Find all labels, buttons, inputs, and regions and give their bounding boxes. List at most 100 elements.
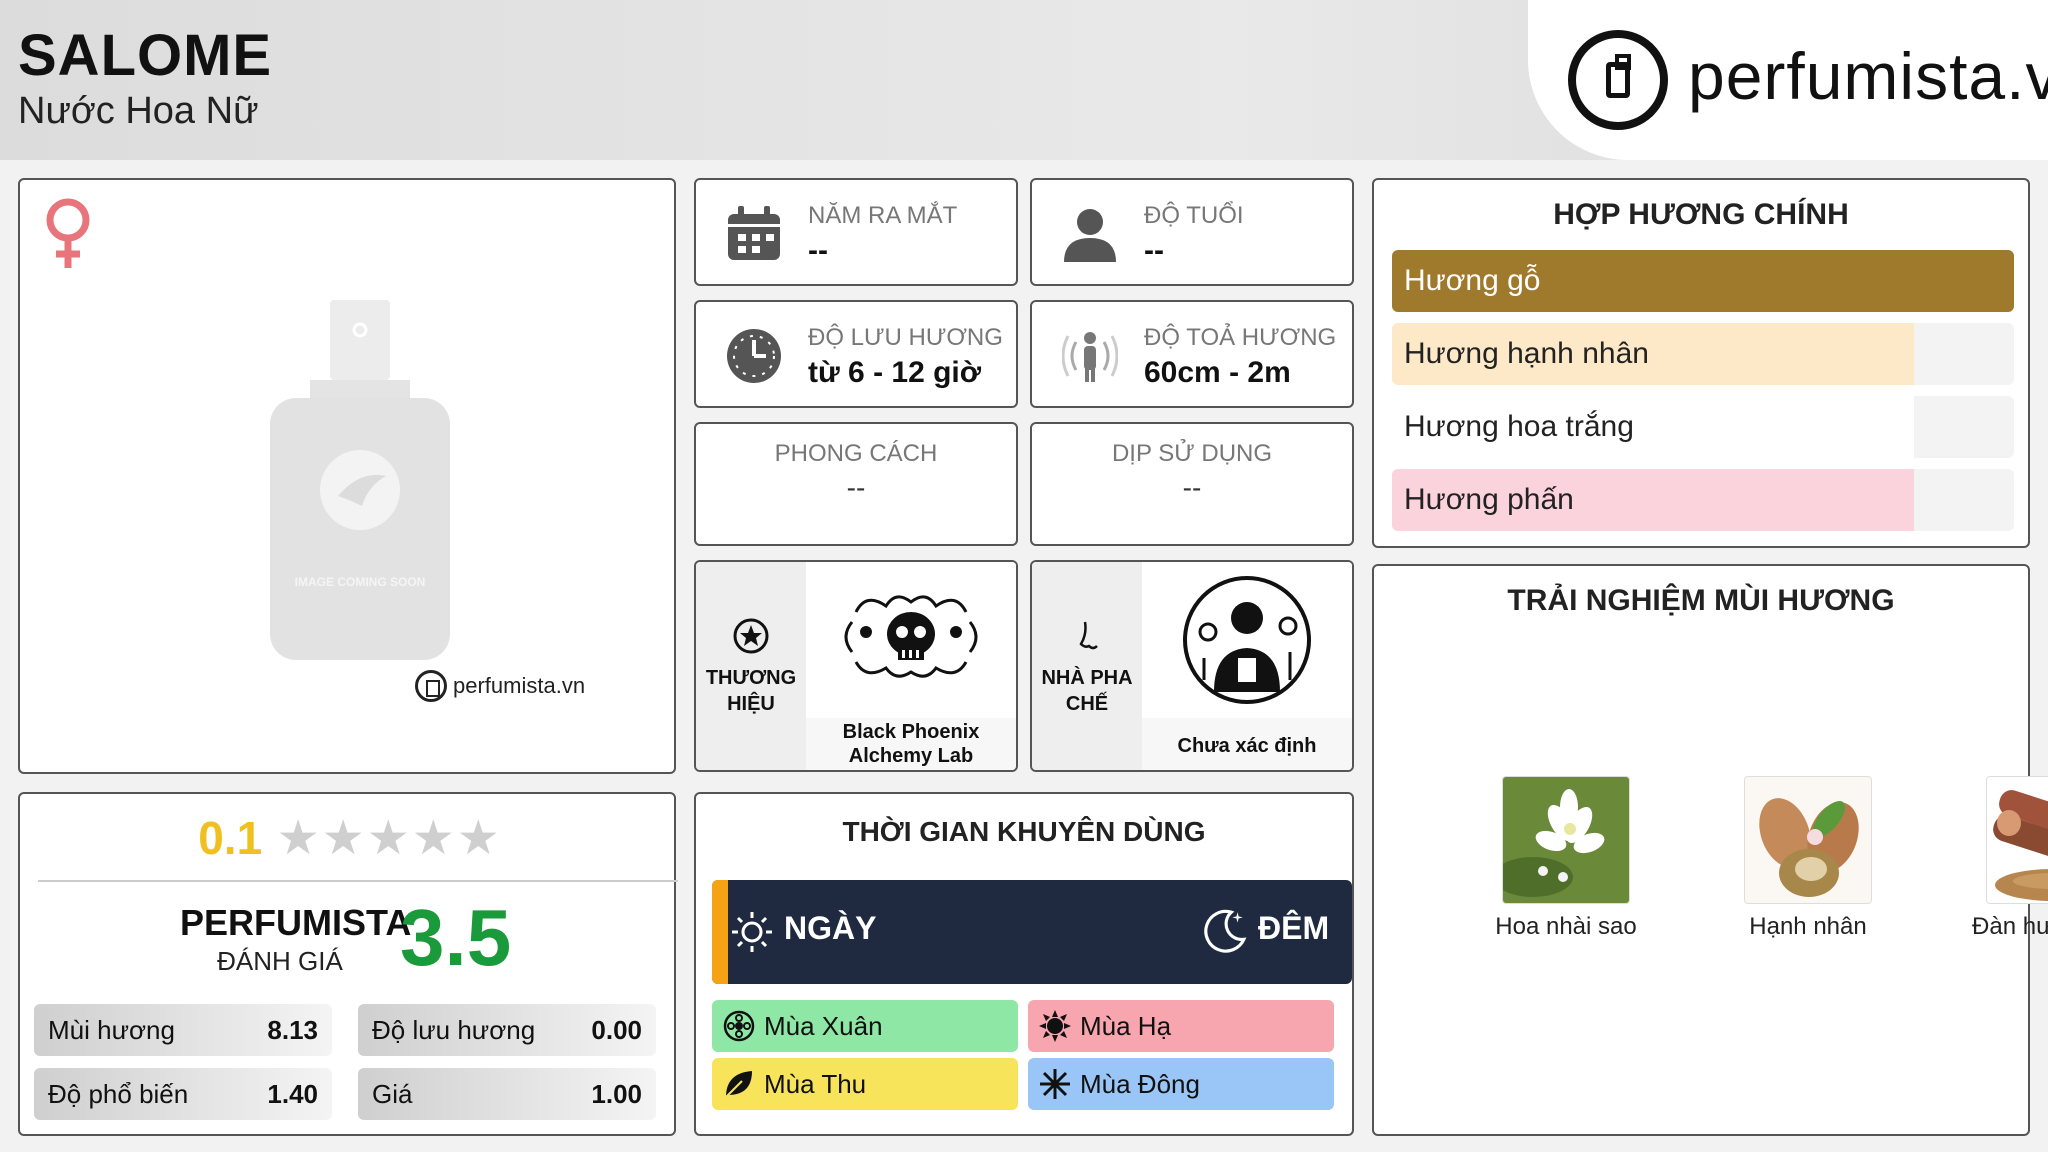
star-icon[interactable]: ★ [277,812,322,865]
accord-label: Hương gỗ [1404,264,1541,297]
perfume-subtitle: Nước Hoa Nữ [18,90,259,132]
age-value: -- [1144,234,1164,267]
season-label: Mùa Đông [1080,1068,1200,1099]
calendar-icon [728,206,780,260]
mini-logo-icon [415,670,447,702]
accords-title: HỢP HƯƠNG CHÍNH [1553,198,1849,231]
brand-logo-image [806,562,1016,718]
metric-label: Giá [372,1078,413,1109]
perfumista-score: 3.5 [400,893,512,982]
metric-value: 1.00 [591,1078,642,1109]
rating-card: 0.1 ★★★★★ PERFUMISTA ĐÁNH GIÁ 3.5 Mùi hư… [18,792,678,1136]
rating-label: ĐÁNH GIÁ [217,946,343,976]
age-tile: ĐỘ TUỔI -- [1030,178,1354,286]
perfumer-avatar-image [1142,562,1352,718]
clock-icon [727,329,781,383]
occasion-label: DỊP SỬ DỤNG [1111,440,1273,467]
brand-label: THƯƠNG HIỆU [705,667,797,715]
recommended-time-title: THỜI GIAN KHUYÊN DÙNG [842,816,1206,847]
star-rating[interactable]: ★★★★★ [277,810,502,866]
sillage-label: ĐỘ TOẢ HƯƠNG [1144,324,1337,351]
metric-label: Độ lưu hương [372,1014,536,1045]
perfumer-tile[interactable]: NHÀ PHA CHẾ Chưa xác định [1030,560,1354,772]
star-circle-icon [733,618,769,654]
longevity-tile: ĐỘ LƯU HƯƠNG từ 6 - 12 giờ [694,300,1018,408]
brand-name[interactable]: Black Phoenix Alchemy Lab [806,720,1016,768]
note-item[interactable]: Đàn hương đỏ [1950,776,2048,942]
star-icon[interactable]: ★ [457,812,502,865]
note-name: Hạnh nhân [1749,913,1867,940]
note-item[interactable]: Hoa nhài sao [1466,776,1666,942]
star-icon[interactable]: ★ [412,812,457,865]
note-name: Hoa nhài sao [1495,913,1637,940]
perfumista-rating-label: PERFUMISTA ĐÁNH GIÁ [180,902,411,977]
release-year-tile: NĂM RA MẮT -- [694,178,1018,286]
image-watermark: perfumista.vn [415,670,585,702]
note-image-sandalwood [1986,776,2048,904]
season-summer: Mùa Hạ [1028,1000,1334,1052]
scent-experience-card: TRẢI NGHIỆM MÙI HƯƠNG Hoa nhài sao Hạnh … [1372,564,2048,1136]
accord-bar: Hương gỗ [1392,250,2014,312]
season-spring: Mùa Xuân [712,1000,1018,1052]
logo-text: perfumista.vn [1688,39,2048,113]
season-label: Mùa Hạ [1080,1010,1172,1041]
occasion-tile: DỊP SỬ DỤNG -- [1030,422,1354,546]
header: SALOME Nước Hoa Nữ perfumista.vn [0,0,2048,160]
style-value: -- [846,472,866,503]
experience-title: TRẢI NGHIỆM MÙI HƯƠNG [1507,584,1895,617]
sun-outline-icon [732,912,772,952]
venus-icon [46,198,90,268]
product-image-card: IMAGE COMING SOON perfumista.vn [18,178,676,774]
site-logo[interactable]: perfumista.vn [1528,0,2048,160]
metric-price: Giá 1.00 [358,1068,656,1120]
moon-icon [1204,909,1247,953]
note-item[interactable]: Hạnh nhân [1708,776,1908,942]
season-winter: Mùa Đông [1028,1058,1334,1110]
person-icon [1064,209,1116,262]
metric-value: 0.00 [591,1014,642,1045]
snowflake-icon [1040,1069,1070,1099]
metric-value: 8.13 [267,1014,318,1045]
sillage-value: 60cm - 2m [1144,356,1291,389]
night-label: ĐÊM [1258,910,1330,946]
longevity-value: từ 6 - 12 giờ [808,356,982,389]
star-icon[interactable]: ★ [367,812,412,865]
brand-tile[interactable]: THƯƠNG HIỆU Black Phoenix Alchemy Lab [694,560,1018,772]
sun-icon [1039,1010,1071,1042]
metric-label: Độ phổ biến [48,1078,189,1109]
age-label: ĐỘ TUỔI [1144,202,1244,229]
sillage-icon [1062,332,1118,382]
accord-bar: Hương hoa trắng [1392,396,2014,458]
note-image-almond [1744,776,1872,904]
placeholder-caption: IMAGE COMING SOON [295,575,426,589]
star-icon[interactable]: ★ [322,812,367,865]
season-label: Mùa Xuân [764,1010,883,1041]
brand-label-panel: THƯƠNG HIỆU [696,562,806,770]
day-night-bar: NGÀY ĐÊM [712,880,1352,984]
flower-icon [723,1010,755,1042]
sillage-tile: ĐỘ TOẢ HƯƠNG 60cm - 2m [1030,300,1354,408]
perfumer-name[interactable]: Chưa xác định [1142,734,1352,758]
style-label: PHONG CÁCH [774,440,938,467]
metric-longevity: Độ lưu hương 0.00 [358,1004,656,1056]
divider [38,880,678,882]
accord-label: Hương hạnh nhân [1404,337,1649,370]
season-label: Mùa Thu [764,1068,867,1099]
release-year-value: -- [808,234,828,267]
day-label: NGÀY [784,910,877,946]
user-rating: 0.1 ★★★★★ [20,810,680,866]
user-rating-value: 0.1 [198,812,263,864]
occasion-value: -- [1182,472,1202,503]
day-night-indicator [712,880,728,984]
perfumer-label-panel: NHÀ PHA CHẾ [1032,562,1142,770]
metric-label: Mùi hương [48,1014,175,1045]
recommended-time-card: THỜI GIAN KHUYÊN DÙNG NGÀY ĐÊM Mùa Xuân [694,792,1354,1136]
perfumer-label: NHÀ PHA CHẾ [1041,667,1133,715]
bottle-placeholder-image: IMAGE COMING SOON [270,300,450,660]
watermark-text: perfumista.vn [453,673,586,698]
accord-bar: Hương hạnh nhân [1392,323,2014,385]
metric-popularity: Độ phổ biến 1.40 [34,1068,332,1120]
style-tile: PHONG CÁCH -- [694,422,1018,546]
accord-bar: Hương phấn [1392,469,2014,531]
accord-label: Hương phấn [1404,483,1574,516]
